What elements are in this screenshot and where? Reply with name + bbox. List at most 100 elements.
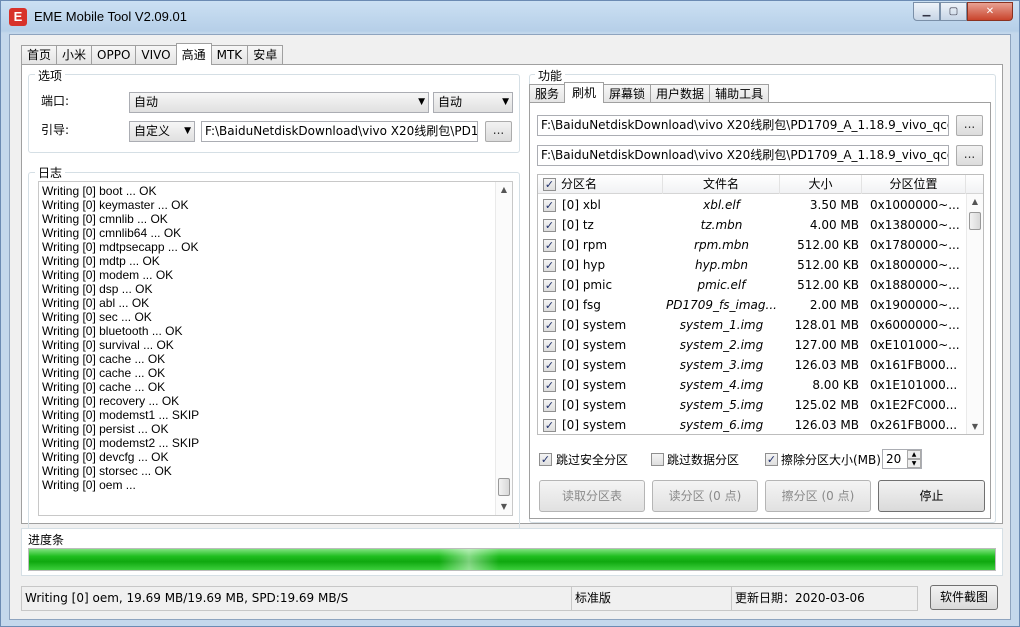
tab-2[interactable]: OPPO: [91, 45, 137, 65]
chevron-down-icon: ▼: [184, 126, 191, 136]
firmware-browse-button-1[interactable]: ...: [956, 115, 983, 136]
file-name-cell: rpm.mbn: [694, 238, 749, 252]
partition-name-cell: [0] hyp: [562, 258, 606, 272]
partition-scrollbar[interactable]: ▲ ▼: [966, 194, 983, 434]
table-row[interactable]: [0] system system_6.img 126.03 MB 0x261FB00…: [538, 415, 966, 434]
port-mode-value: 自动: [438, 95, 463, 109]
table-row[interactable]: [0] xbl xbl.elf 3.50 MB 0x1000000~...: [538, 195, 966, 215]
boot-path-input[interactable]: F:\BaiduNetdiskDownload\vivo X20线刷包\PD17…: [201, 121, 478, 142]
log-line: Writing [0] mdtpsecapp ... OK: [42, 240, 199, 254]
erase-size-checkbox[interactable]: [765, 453, 778, 466]
firmware-browse-button-2[interactable]: ...: [956, 145, 983, 166]
screenshot-button[interactable]: 软件截图: [930, 585, 998, 610]
table-row[interactable]: [0] pmic pmic.elf 512.00 KB 0x1880000~...: [538, 275, 966, 295]
table-row[interactable]: [0] fsg PD1709_fs_imag... 2.00 MB 0x1900000…: [538, 295, 966, 315]
row-checkbox[interactable]: [543, 299, 556, 312]
column-header-file[interactable]: 文件名: [663, 175, 780, 194]
row-checkbox[interactable]: [543, 239, 556, 252]
row-checkbox[interactable]: [543, 419, 556, 432]
scroll-thumb[interactable]: [969, 212, 981, 230]
tab-4[interactable]: 高通: [175, 43, 212, 65]
table-row[interactable]: [0] system system_4.img 8.00 KB 0x1E101000.…: [538, 375, 966, 395]
size-cell: 128.01 MB: [794, 318, 859, 332]
function-tab-3[interactable]: 用户数据: [650, 84, 711, 103]
row-checkbox[interactable]: [543, 219, 556, 232]
log-line: Writing [0] bluetooth ... OK: [42, 324, 183, 338]
position-cell: 0x1E2FC000...: [870, 398, 958, 412]
window-title: EME Mobile Tool V2.09.01: [34, 9, 187, 24]
tab-1[interactable]: 小米: [56, 45, 93, 65]
row-checkbox[interactable]: [543, 399, 556, 412]
table-row[interactable]: [0] system system_1.img 128.01 MB 0x6000000…: [538, 315, 966, 335]
function-tab-bar: 服务 刷机 屏幕锁 用户数据 辅助工具: [529, 82, 770, 103]
title-bar[interactable]: E EME Mobile Tool V2.09.01 ▁ ▢ ✕: [1, 1, 1019, 34]
flash-tab-panel: F:\BaiduNetdiskDownload\vivo X20线刷包\PD17…: [529, 102, 991, 519]
boot-select[interactable]: 自定义 ▼: [129, 121, 195, 142]
erase-size-stepper[interactable]: 20 ▲ ▼: [882, 449, 922, 469]
tab-5[interactable]: MTK: [210, 45, 249, 65]
scroll-down-icon[interactable]: ▼: [967, 419, 983, 434]
partition-table[interactable]: 分区名 文件名 大小 分区位置 [0] xbl xbl.elf 3.50 MB 0x1…: [537, 174, 984, 435]
partition-name-cell: [0] rpm: [562, 238, 608, 252]
skip-data-checkbox[interactable]: [651, 453, 664, 466]
options-group-label: 选项: [35, 67, 66, 84]
tab-6[interactable]: 安卓: [247, 45, 284, 65]
log-line: Writing [0] oem ...: [42, 478, 136, 492]
table-row[interactable]: [0] system system_2.img 127.00 MB 0xE101000…: [538, 335, 966, 355]
function-tab-2[interactable]: 屏幕锁: [603, 84, 652, 103]
tab-0[interactable]: 首页: [21, 45, 58, 65]
row-checkbox[interactable]: [543, 259, 556, 272]
firmware-path-input-2[interactable]: F:\BaiduNetdiskDownload\vivo X20线刷包\PD17…: [537, 145, 949, 166]
status-message: Writing [0] oem, 19.69 MB/19.69 MB, SPD:…: [22, 587, 572, 610]
read-partition-button[interactable]: 读分区 (0 点): [652, 480, 758, 512]
tab-3[interactable]: VIVO: [135, 45, 177, 65]
function-tab-0[interactable]: 服务: [529, 84, 566, 103]
stepper-up-icon[interactable]: ▲: [907, 450, 921, 459]
log-scrollbar[interactable]: ▲ ▼: [495, 182, 512, 515]
file-name-cell: system_2.img: [679, 338, 764, 352]
close-icon[interactable]: ✕: [967, 2, 1013, 21]
file-name-cell: system_5.img: [679, 398, 764, 412]
scroll-up-icon[interactable]: ▲: [967, 194, 983, 210]
port-select[interactable]: 自动 ▼: [129, 92, 429, 113]
log-list[interactable]: Writing [0] boot ... OK Writing [0] keyma…: [38, 181, 513, 516]
select-all-checkbox[interactable]: [543, 178, 556, 191]
table-row[interactable]: [0] hyp hyp.mbn 512.00 KB 0x1800000~...: [538, 255, 966, 275]
function-tab-4[interactable]: 辅助工具: [709, 84, 770, 103]
boot-label: 引导:: [41, 123, 70, 137]
table-row[interactable]: [0] system system_3.img 126.03 MB 0x161FB00…: [538, 355, 966, 375]
progress-shine: [439, 549, 499, 570]
file-name-cell: PD1709_fs_imag...: [666, 298, 777, 312]
client-area: 首页 小米 OPPO VIVO 高通 MTK 安卓 选项 端口: 自动 ▼ 自动 ▼ 引导:…: [9, 34, 1011, 620]
boot-browse-button[interactable]: ...: [485, 121, 512, 142]
stepper-down-icon[interactable]: ▼: [907, 459, 921, 468]
log-line: Writing [0] modemst2 ... SKIP: [42, 436, 200, 450]
row-checkbox[interactable]: [543, 319, 556, 332]
column-header-position[interactable]: 分区位置: [862, 175, 966, 194]
column-header-partition[interactable]: 分区名: [559, 175, 663, 194]
column-header-size[interactable]: 大小: [780, 175, 862, 194]
row-checkbox[interactable]: [543, 199, 556, 212]
scroll-up-icon[interactable]: ▲: [496, 182, 512, 198]
table-row[interactable]: [0] rpm rpm.mbn 512.00 KB 0x1780000~...: [538, 235, 966, 255]
read-partition-table-button[interactable]: 读取分区表: [539, 480, 645, 512]
scroll-thumb[interactable]: [498, 478, 510, 496]
row-checkbox[interactable]: [543, 279, 556, 292]
position-cell: 0x161FB000...: [870, 358, 958, 372]
table-row[interactable]: [0] tz tz.mbn 4.00 MB 0x1380000~...: [538, 215, 966, 235]
stop-button[interactable]: 停止: [878, 480, 985, 512]
firmware-path-input-1[interactable]: F:\BaiduNetdiskDownload\vivo X20线刷包\PD17…: [537, 115, 949, 136]
row-checkbox[interactable]: [543, 339, 556, 352]
function-tab-1[interactable]: 刷机: [564, 82, 605, 103]
skip-security-checkbox[interactable]: [539, 453, 552, 466]
port-mode-select[interactable]: 自动 ▼: [433, 92, 513, 113]
erase-partition-button[interactable]: 擦分区 (0 点): [765, 480, 871, 512]
partition-table-header: 分区名 文件名 大小 分区位置: [538, 175, 983, 194]
maximize-icon[interactable]: ▢: [940, 2, 967, 21]
table-row[interactable]: [0] system system_5.img 125.02 MB 0x1E2FC00…: [538, 395, 966, 415]
row-checkbox[interactable]: [543, 359, 556, 372]
scroll-down-icon[interactable]: ▼: [496, 499, 512, 515]
row-checkbox[interactable]: [543, 379, 556, 392]
main-tab-bar: 首页 小米 OPPO VIVO 高通 MTK 安卓: [21, 43, 284, 65]
minimize-icon[interactable]: ▁: [913, 2, 940, 21]
